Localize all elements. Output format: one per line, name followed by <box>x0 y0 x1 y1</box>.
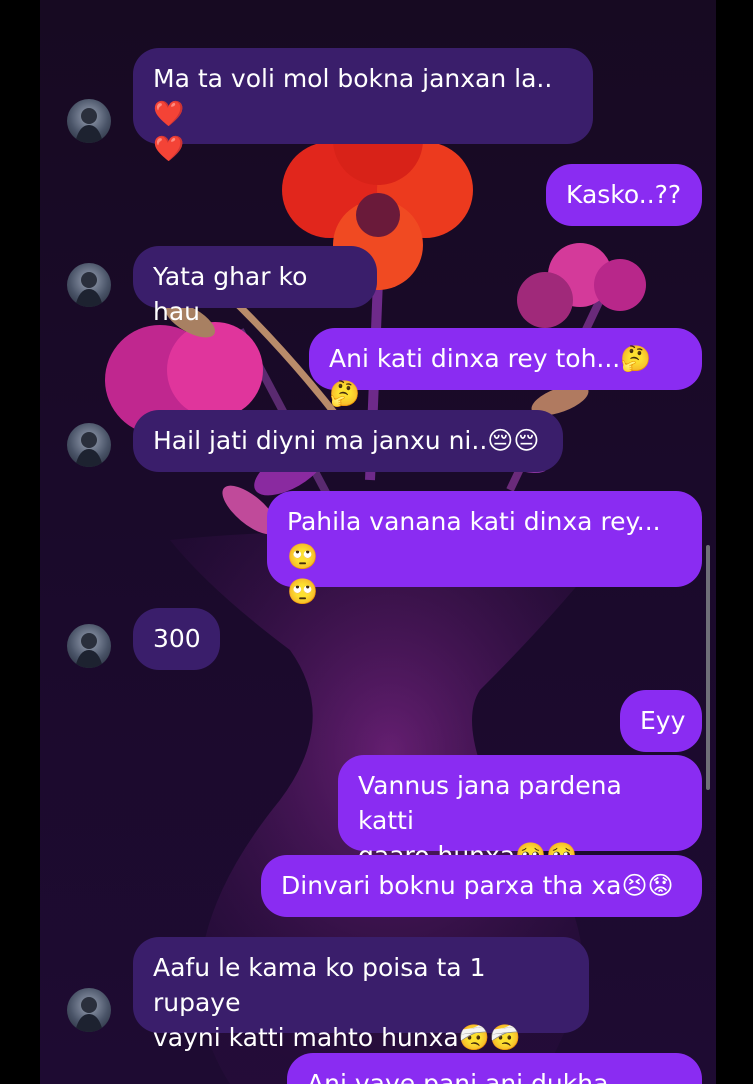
contact-avatar[interactable] <box>67 988 111 1032</box>
incoming-message-bubble[interactable]: 300 <box>133 608 220 670</box>
avatar-photo-icon <box>75 432 103 467</box>
incoming-message-bubble[interactable]: Aafu le kama ko poisa ta 1 rupaye vayni … <box>133 937 589 1052</box>
incoming-message-bubble[interactable]: Ma ta voli mol bokna janxan la.. ❤️ ❤️ <box>133 48 593 163</box>
avatar-photo-icon <box>75 108 103 143</box>
conversation-header-partial <box>40 0 716 22</box>
outgoing-message-bubble[interactable]: Ani vaye pani ani dukha hunxa <box>287 1053 702 1084</box>
incoming-message-bubble[interactable]: Yata ghar ko hau <box>133 246 377 326</box>
incoming-message-bubble[interactable]: Hail jati diyni ma janxu ni..😔😔 <box>133 410 563 472</box>
outgoing-message-bubble[interactable]: Vannus jana pardena katti gaaro hunxa🥺🥺 <box>338 755 702 870</box>
avatar-photo-icon <box>75 272 103 307</box>
contact-avatar[interactable] <box>67 99 111 143</box>
outgoing-message-bubble[interactable]: Ani kati dinxa rey toh...🤔🤔 <box>309 328 702 408</box>
outgoing-message-bubble[interactable]: Dinvari boknu parxa tha xa😣😟 <box>261 855 702 917</box>
outgoing-message-bubble[interactable]: Eyy <box>620 690 702 752</box>
contact-avatar[interactable] <box>67 263 111 307</box>
chat-screen: Ma ta voli mol bokna janxan la.. ❤️ ❤️ K… <box>40 0 716 1084</box>
avatar-photo-icon <box>75 633 103 668</box>
avatar-photo-icon <box>75 997 103 1032</box>
scrollbar[interactable] <box>706 545 710 790</box>
contact-avatar[interactable] <box>67 624 111 668</box>
outgoing-message-bubble[interactable]: Kasko..?? <box>546 164 702 226</box>
contact-avatar[interactable] <box>67 423 111 467</box>
outgoing-message-bubble[interactable]: Pahila vanana kati dinxa rey...🙄 🙄 <box>267 491 702 606</box>
